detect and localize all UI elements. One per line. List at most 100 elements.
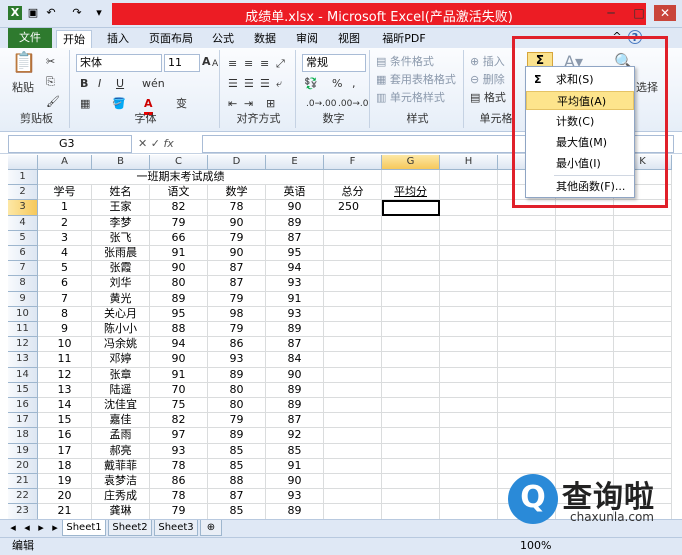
- cell[interactable]: [324, 398, 382, 414]
- data-cell[interactable]: 庄秀成: [92, 489, 150, 505]
- cell[interactable]: [556, 322, 614, 338]
- cell[interactable]: [382, 246, 440, 262]
- cell[interactable]: [498, 276, 556, 292]
- cell[interactable]: [324, 337, 382, 353]
- data-cell[interactable]: 10: [38, 337, 92, 353]
- cell[interactable]: [440, 306, 498, 322]
- cell[interactable]: [498, 261, 556, 277]
- active-cell[interactable]: [382, 200, 440, 216]
- currency-icon[interactable]: 💱: [304, 76, 318, 92]
- cell[interactable]: [614, 367, 672, 383]
- cell[interactable]: [324, 352, 382, 368]
- column-header[interactable]: D: [208, 155, 266, 170]
- last-sheet-icon[interactable]: ▸: [48, 521, 62, 535]
- worksheet-grid[interactable]: ABCDEFGHIJK1一班期末考试成绩2学号姓名语文数学英语总分平均分31王家…: [8, 155, 678, 519]
- data-cell[interactable]: 78: [208, 200, 266, 216]
- cell[interactable]: [440, 291, 498, 307]
- data-cell[interactable]: 陈小小: [92, 322, 150, 338]
- tab-formulas[interactable]: 公式: [206, 30, 240, 48]
- cell[interactable]: [614, 382, 672, 398]
- data-cell[interactable]: 9: [38, 322, 92, 338]
- data-cell[interactable]: 6: [38, 276, 92, 292]
- cell[interactable]: [382, 230, 440, 246]
- cell[interactable]: [440, 428, 498, 444]
- data-cell[interactable]: 嘉佳: [92, 413, 150, 429]
- cell[interactable]: [324, 367, 382, 383]
- cell[interactable]: [382, 170, 440, 186]
- cell[interactable]: [614, 322, 672, 338]
- cell[interactable]: [498, 215, 556, 231]
- delete-cells-button[interactable]: ⊖ 删除: [470, 72, 505, 88]
- cell[interactable]: [614, 291, 672, 307]
- row-header[interactable]: 13: [8, 352, 38, 368]
- cell[interactable]: [498, 306, 556, 322]
- font-size-select[interactable]: 11: [164, 54, 200, 72]
- cell[interactable]: [382, 504, 440, 519]
- new-sheet-icon[interactable]: ⊕: [200, 520, 222, 536]
- data-cell[interactable]: 93: [208, 352, 266, 368]
- phonetic-icon[interactable]: wén: [142, 76, 165, 92]
- column-header[interactable]: G: [382, 155, 440, 170]
- cell[interactable]: [614, 246, 672, 262]
- row-header[interactable]: 23: [8, 504, 38, 519]
- data-cell[interactable]: 郝亮: [92, 443, 150, 459]
- italic-button[interactable]: I: [98, 76, 101, 92]
- column-header[interactable]: H: [440, 155, 498, 170]
- data-cell[interactable]: 89: [266, 382, 324, 398]
- row-header[interactable]: 14: [8, 367, 38, 383]
- cell[interactable]: [614, 413, 672, 429]
- data-cell[interactable]: 94: [266, 261, 324, 277]
- column-title[interactable]: 总分: [324, 185, 382, 201]
- data-cell[interactable]: 89: [266, 398, 324, 414]
- cell[interactable]: [556, 398, 614, 414]
- first-sheet-icon[interactable]: ◂: [6, 521, 20, 535]
- paste-button[interactable]: 粘贴: [12, 80, 34, 96]
- bold-button[interactable]: B: [80, 76, 88, 92]
- column-title[interactable]: 学号: [38, 185, 92, 201]
- number-format-select[interactable]: 常规: [302, 54, 366, 72]
- cell[interactable]: [498, 322, 556, 338]
- cell[interactable]: [556, 306, 614, 322]
- column-header[interactable]: E: [266, 155, 324, 170]
- copy-icon[interactable]: ⎘: [46, 74, 55, 90]
- data-cell[interactable]: 97: [150, 428, 208, 444]
- align-right-icon[interactable]: ☰: [260, 76, 270, 92]
- data-cell[interactable]: 90: [150, 261, 208, 277]
- cell[interactable]: [324, 261, 382, 277]
- cell[interactable]: [498, 413, 556, 429]
- data-cell[interactable]: 15: [38, 413, 92, 429]
- data-cell[interactable]: 戴菲菲: [92, 458, 150, 474]
- cell[interactable]: [440, 170, 498, 186]
- data-cell[interactable]: 92: [266, 428, 324, 444]
- cell[interactable]: [324, 458, 382, 474]
- cell[interactable]: [556, 428, 614, 444]
- column-title[interactable]: 姓名: [92, 185, 150, 201]
- data-cell[interactable]: 79: [208, 230, 266, 246]
- row-header[interactable]: 3: [8, 200, 38, 216]
- name-box[interactable]: G3: [8, 135, 132, 153]
- data-cell[interactable]: 79: [150, 504, 208, 519]
- column-title[interactable]: 英语: [266, 185, 324, 201]
- tab-review[interactable]: 审阅: [290, 30, 324, 48]
- cell-styles-button[interactable]: ▥ 单元格样式: [376, 90, 445, 106]
- data-cell[interactable]: 王家: [92, 200, 150, 216]
- tab-view[interactable]: 视图: [332, 30, 366, 48]
- cell[interactable]: [382, 337, 440, 353]
- cell[interactable]: [324, 291, 382, 307]
- data-cell[interactable]: 87: [266, 337, 324, 353]
- data-cell[interactable]: 冯余姚: [92, 337, 150, 353]
- data-cell[interactable]: 18: [38, 458, 92, 474]
- row-header[interactable]: 1: [8, 170, 38, 186]
- data-cell[interactable]: 82: [150, 200, 208, 216]
- data-cell[interactable]: 82: [150, 413, 208, 429]
- maximize-button[interactable]: □: [628, 5, 650, 21]
- cell[interactable]: [382, 443, 440, 459]
- data-cell[interactable]: 85: [208, 458, 266, 474]
- cell[interactable]: [556, 413, 614, 429]
- cell[interactable]: [440, 398, 498, 414]
- cell[interactable]: [498, 352, 556, 368]
- cell[interactable]: [382, 322, 440, 338]
- row-header[interactable]: 2: [8, 185, 38, 201]
- data-cell[interactable]: 黄光: [92, 291, 150, 307]
- close-button[interactable]: ✕: [654, 5, 676, 21]
